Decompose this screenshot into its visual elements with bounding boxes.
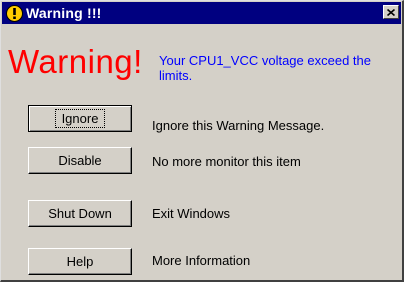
disable-button[interactable]: Disable — [28, 147, 132, 174]
help-button[interactable]: Help — [28, 248, 132, 275]
close-button[interactable] — [383, 5, 399, 19]
warning-exclamation-icon — [5, 4, 23, 22]
close-icon — [386, 3, 396, 21]
window-title: Warning !!! — [26, 5, 102, 21]
ignore-button[interactable]: Ignore — [28, 105, 132, 132]
disable-button-label: Disable — [58, 153, 102, 168]
help-button-label: Help — [66, 254, 94, 269]
title-bar[interactable]: Warning !!! — [2, 2, 401, 24]
warning-message: Your CPU1_VCC voltage exceed the limits. — [159, 53, 371, 83]
ignore-description: Ignore this Warning Message. — [152, 118, 325, 133]
warning-dialog: Warning !!! Warning! Your CPU1_VCC volta… — [0, 0, 404, 282]
help-description: More Information — [152, 253, 251, 268]
shut-down-button[interactable]: Shut Down — [28, 200, 132, 227]
shut-down-description: Exit Windows — [152, 206, 231, 221]
warning-headline: Warning! — [8, 43, 143, 80]
disable-description: No more monitor this item — [152, 154, 301, 169]
shut-down-button-label: Shut Down — [48, 206, 112, 221]
ignore-button-label: Ignore — [54, 109, 106, 128]
